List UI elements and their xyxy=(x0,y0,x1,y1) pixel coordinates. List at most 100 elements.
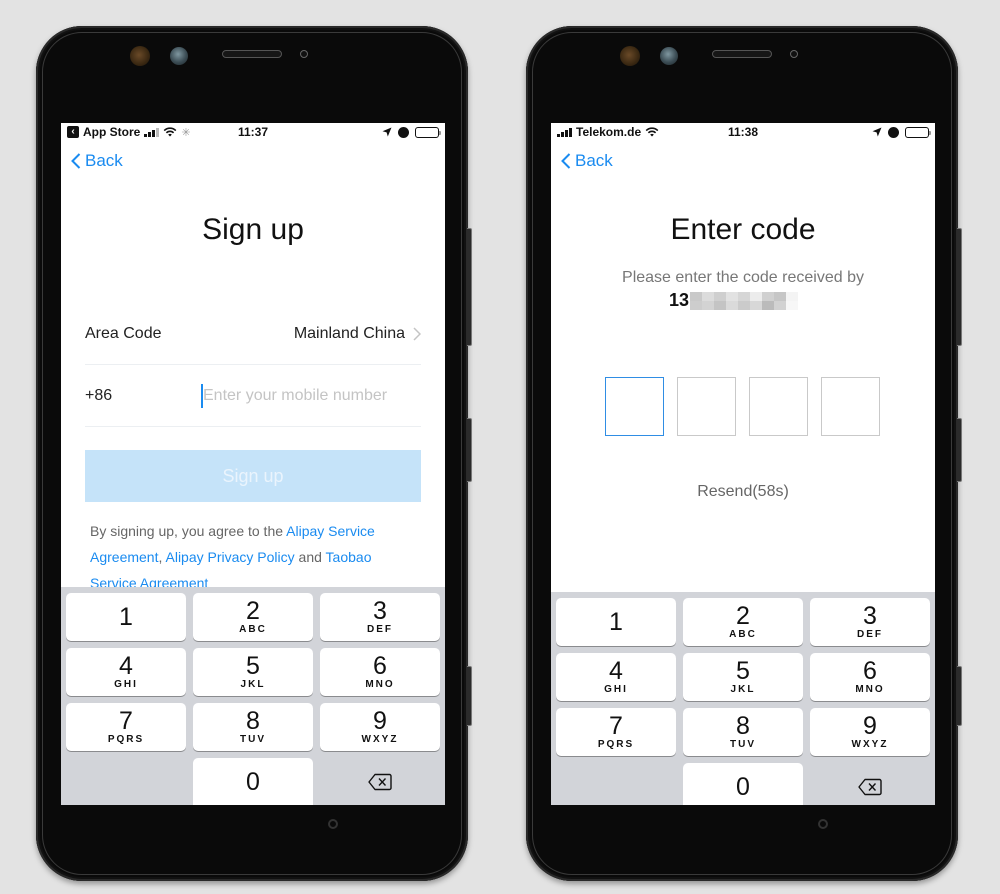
key-digit: 4 xyxy=(119,652,133,680)
agreement-text: By signing up, you agree to the Alipay S… xyxy=(90,518,415,596)
chevron-left-icon xyxy=(561,153,571,169)
code-digit-box[interactable] xyxy=(605,377,664,436)
backspace-icon xyxy=(368,773,392,791)
phone-enter-code: Telekom.de 11:38 Back Enter code Please … xyxy=(526,26,962,881)
code-digit-box[interactable] xyxy=(821,377,880,436)
key-6[interactable]: 6 MNO xyxy=(810,653,930,701)
key-letters: JKL xyxy=(240,679,266,690)
mobile-number-input[interactable] xyxy=(201,383,421,408)
phone-signup: ‹ App Store ✳ 11:37 Back Sign up Area Co… xyxy=(36,26,472,881)
cellular-signal-icon xyxy=(144,127,160,137)
area-code-value: Mainland China xyxy=(293,324,405,342)
key-3[interactable]: 3 DEF xyxy=(810,598,930,646)
key-letters: GHI xyxy=(604,684,628,695)
key-letters: WXYZ xyxy=(361,734,399,745)
side-button xyxy=(467,666,472,726)
proximity-sensor-icon xyxy=(170,47,188,65)
key-digit: 7 xyxy=(119,707,133,735)
country-prefix: +86 xyxy=(85,386,113,404)
earpiece-speaker xyxy=(712,50,772,58)
key-letters: ABC xyxy=(239,624,267,635)
alarm-icon xyxy=(888,126,899,138)
key-2[interactable]: 2 ABC xyxy=(193,593,313,641)
numeric-keypad: 1 2 ABC 3 DEF 4 GHI 5 JKL 6 MNO 7 PQRS 8 TUV 9W… xyxy=(551,592,935,805)
power-button xyxy=(957,418,962,482)
key-digit: 1 xyxy=(119,602,133,631)
key-5[interactable]: 5 JKL xyxy=(683,653,803,701)
code-digit-box[interactable] xyxy=(749,377,808,436)
back-button[interactable]: Back xyxy=(71,151,123,171)
back-label: Back xyxy=(85,151,123,170)
volume-button xyxy=(467,228,472,346)
key-letters: DEF xyxy=(857,629,883,640)
status-bar: Telekom.de 11:38 xyxy=(551,123,935,141)
key-4[interactable]: 4 GHI xyxy=(556,653,676,701)
key-digit: 6 xyxy=(373,652,387,680)
back-to-app-label[interactable]: App Store xyxy=(83,125,140,139)
key-digit: 5 xyxy=(736,657,750,685)
power-button xyxy=(467,418,472,482)
key-delete[interactable] xyxy=(810,763,930,805)
key-digit: 1 xyxy=(609,607,623,636)
agreement-separator: and xyxy=(294,549,326,565)
key-digit: 3 xyxy=(863,602,877,630)
key-9[interactable]: 9 WXYZ xyxy=(320,703,440,751)
code-digit-box[interactable] xyxy=(677,377,736,436)
key-letters: TUV xyxy=(240,734,266,745)
key-digit: 0 xyxy=(246,768,260,796)
page-title: Sign up xyxy=(202,213,304,246)
key-digit: 7 xyxy=(609,712,623,740)
back-to-app-icon[interactable]: ‹ xyxy=(67,126,79,138)
key-delete[interactable] xyxy=(320,758,440,805)
battery-icon xyxy=(415,126,441,138)
key-letters: WXYZ xyxy=(851,739,889,750)
numeric-keypad: 1 2 ABC 3 DEF 4 GHI 5 JKL 6 MNO 7 PQRS 8 TUV 9W… xyxy=(61,587,445,805)
key-5[interactable]: 5 JKL xyxy=(193,648,313,696)
key-1[interactable]: 1 xyxy=(66,593,186,641)
key-letters: DEF xyxy=(367,624,393,635)
key-0[interactable]: 0 xyxy=(193,758,313,805)
key-9[interactable]: 9 WXYZ xyxy=(810,708,930,756)
key-3[interactable]: 3 DEF xyxy=(320,593,440,641)
key-6[interactable]: 6 MNO xyxy=(320,648,440,696)
area-code-row[interactable]: Area Code Mainland China xyxy=(85,303,421,365)
key-4[interactable]: 4 GHI xyxy=(66,648,186,696)
mobile-number-row: +86 xyxy=(85,365,421,427)
key-2[interactable]: 2 ABC xyxy=(683,598,803,646)
key-digit: 2 xyxy=(736,602,750,630)
key-7[interactable]: 7 PQRS xyxy=(66,703,186,751)
phone-number-visible: 13 xyxy=(669,290,690,310)
side-button xyxy=(957,666,962,726)
resend-code-button[interactable]: Resend(58s) xyxy=(551,483,935,501)
backspace-icon xyxy=(858,778,882,796)
back-button[interactable]: Back xyxy=(561,151,613,171)
key-digit: 6 xyxy=(863,657,877,685)
code-instructions: Please enter the code received by xyxy=(622,269,864,286)
alipay-privacy-policy-link[interactable]: Alipay Privacy Policy xyxy=(166,549,295,565)
key-1[interactable]: 1 xyxy=(556,598,676,646)
key-7[interactable]: 7 PQRS xyxy=(556,708,676,756)
key-letters: GHI xyxy=(114,679,138,690)
masked-phone-number: 13 xyxy=(669,290,799,311)
key-digit: 9 xyxy=(863,712,877,740)
pixelated-redaction xyxy=(690,291,799,310)
home-indicator-icon xyxy=(818,819,828,829)
key-digit: 3 xyxy=(373,597,387,625)
home-indicator-icon xyxy=(328,819,338,829)
alarm-icon xyxy=(398,126,409,138)
status-bar: ‹ App Store ✳ 11:37 xyxy=(61,123,445,141)
key-letters: JKL xyxy=(730,684,756,695)
proximity-sensor-icon xyxy=(660,47,678,65)
key-digit: 2 xyxy=(246,597,260,625)
activity-spinner-icon: ✳ xyxy=(181,126,191,139)
key-8[interactable]: 8 TUV xyxy=(193,703,313,751)
key-letters: PQRS xyxy=(597,739,635,750)
verification-code-input xyxy=(605,377,880,436)
key-0[interactable]: 0 xyxy=(683,763,803,805)
carrier-name: Telekom.de xyxy=(576,125,642,139)
key-8[interactable]: 8 TUV xyxy=(683,708,803,756)
signup-button[interactable]: Sign up xyxy=(85,450,421,502)
cellular-signal-icon xyxy=(557,127,572,137)
wifi-icon xyxy=(163,127,177,137)
key-letters: PQRS xyxy=(107,734,145,745)
